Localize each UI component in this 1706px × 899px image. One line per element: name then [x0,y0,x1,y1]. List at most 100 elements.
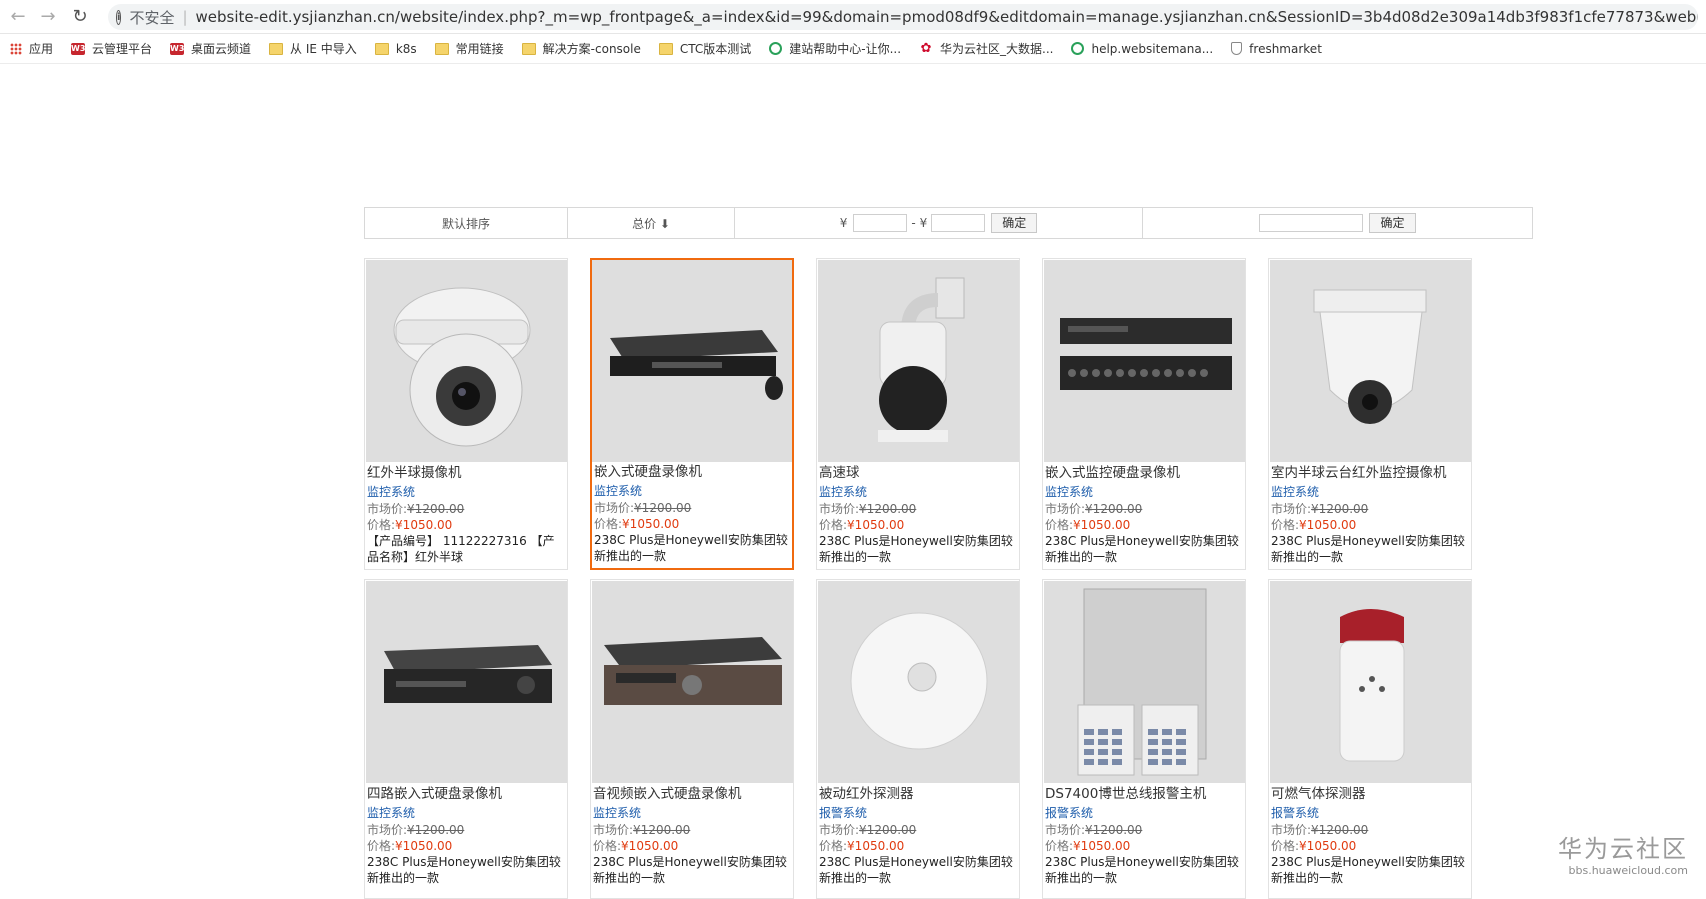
price-confirm-button[interactable]: 确定 [991,213,1038,233]
sort-price-button[interactable]: 总价 ⬇ [568,208,735,238]
product-card[interactable]: 嵌入式硬盘录像机 监控系统 市场价:¥1200.00 价格:¥1050.00 238C … [590,258,794,570]
bookmark-item[interactable]: k8s [374,42,417,56]
insecure-label: 不安全 [129,8,175,27]
price-row: 价格:¥1050.00 [1045,517,1243,533]
market-price-label: 市场价: [367,502,408,516]
bookmark-item[interactable]: 常用链接 [434,40,504,57]
product-card[interactable]: DS7400博世总线报警主机 报警系统 市场价:¥1200.00 价格:¥1050.0… [1042,579,1246,899]
product-name[interactable]: 可燃气体探测器 [1271,786,1469,805]
product-name[interactable]: DS7400博世总线报警主机 [1045,786,1243,805]
product-description: 【产品编号】 11122227316 【产品名称】红外半球 [367,534,555,564]
watermark-title: 华为云社区 [1558,835,1688,863]
bookmark-label: 建站帮助中心-让你... [789,42,902,56]
market-price-row: 市场价:¥1200.00 [819,501,1017,517]
reload-icon[interactable]: ↻ [70,7,90,27]
product-category[interactable]: 监控系统 [1045,484,1243,501]
folder-icon [658,42,673,55]
product-card[interactable]: 音视频嵌入式硬盘录像机 监控系统 市场价:¥1200.00 价格:¥1050.00 23… [590,579,794,899]
price-value: ¥1050.00 [1073,839,1131,853]
product-category[interactable]: 监控系统 [367,805,565,822]
bookmark-item[interactable]: freshmarket [1231,42,1322,56]
product-card[interactable]: 嵌入式监控硬盘录像机 监控系统 市场价:¥1200.00 价格:¥1050.00 238… [1042,258,1246,570]
product-name[interactable]: 被动红外探测器 [819,786,1017,805]
product-card[interactable]: 红外半球摄像机 监控系统 市场价:¥1200.00 价格:¥1050.00 【产品编号】… [364,258,568,570]
huawei-icon: ✿ [920,40,932,56]
price-label: 价格: [1271,839,1300,853]
product-card[interactable]: 可燃气体探测器 报警系统 市场价:¥1200.00 价格:¥1050.00 238C P… [1268,579,1472,899]
bookmark-item[interactable]: 解决方案-console [521,40,641,57]
price-row: 价格:¥1050.00 [819,838,1017,854]
w3-icon: W3 [71,42,86,55]
product-card[interactable]: 室内半球云台红外监控摄像机 监控系统 市场价:¥1200.00 价格:¥1050.00… [1268,258,1472,570]
bookmark-item[interactable]: 应用 [10,40,53,57]
bookmarks-bar: 应用 W3 云管理平台 W3 桌面云频道 从 IE 中导入 k8s 常用链接 解决方案-cons… [0,34,1706,64]
search-icon [1071,42,1085,55]
product-card[interactable]: 被动红外探测器 报警系统 市场价:¥1200.00 价格:¥1050.00 238C P… [816,579,1020,899]
product-image[interactable] [1044,581,1245,783]
product-name[interactable]: 红外半球摄像机 [367,465,565,484]
product-description: 238C Plus是Honeywell安防集团较新推出的一款 [819,855,1013,885]
market-price-label: 市场价: [1271,502,1312,516]
bookmark-label: 应用 [29,42,54,56]
price-range-filter: ¥ - ¥ 确定 [735,208,1143,238]
product-info: 可燃气体探测器 报警系统 市场价:¥1200.00 价格:¥1050.00 238C P… [1269,784,1471,886]
product-image[interactable] [1270,581,1471,783]
product-category[interactable]: 报警系统 [1271,805,1469,822]
product-category[interactable]: 监控系统 [593,805,791,822]
product-category[interactable]: 监控系统 [594,483,790,500]
bookmark-item[interactable]: ✿ 华为云社区_大数据... [919,40,1054,57]
product-name[interactable]: 室内半球云台红外监控摄像机 [1271,465,1469,484]
bookmark-item[interactable]: help.websitemana... [1071,42,1213,56]
forward-icon[interactable]: → [38,7,58,27]
bookmark-item[interactable]: 建站帮助中心-让你... [769,40,901,57]
product-category[interactable]: 监控系统 [819,484,1017,501]
bookmark-item[interactable]: W3 桌面云频道 [170,40,251,57]
product-name[interactable]: 四路嵌入式硬盘录像机 [367,786,565,805]
bookmark-item[interactable]: CTC版本测试 [658,40,751,57]
product-category[interactable]: 报警系统 [1045,805,1243,822]
market-price: ¥1200.00 [1311,502,1369,516]
product-name[interactable]: 嵌入式硬盘录像机 [594,464,790,483]
bookmark-item[interactable]: W3 云管理平台 [71,40,152,57]
price-row: 价格:¥1050.00 [594,516,790,532]
price-row: 价格:¥1050.00 [1045,838,1243,854]
keyword-confirm-button[interactable]: 确定 [1369,213,1416,233]
product-image[interactable] [818,260,1019,462]
bookmark-label: 华为云社区_大数据... [940,42,1054,56]
product-name[interactable]: 高速球 [819,465,1017,484]
market-price: ¥1200.00 [1311,823,1369,837]
product-category[interactable]: 报警系统 [819,805,1017,822]
watermark: 华为云社区 bbs.huaweicloud.com [1558,829,1688,877]
product-image[interactable] [366,581,567,783]
price-max-input[interactable] [931,214,986,232]
product-card[interactable]: 高速球 监控系统 市场价:¥1200.00 价格:¥1050.00 238C Plus是… [816,258,1020,570]
product-description: 238C Plus是Honeywell安防集团较新推出的一款 [819,534,1013,564]
keyword-input[interactable] [1259,214,1364,232]
bookmark-item[interactable]: 从 IE 中导入 [269,40,357,57]
product-description: 238C Plus是Honeywell安防集团较新推出的一款 [593,855,787,885]
info-icon[interactable]: i [116,9,122,25]
product-name[interactable]: 音视频嵌入式硬盘录像机 [593,786,791,805]
product-image[interactable] [366,260,567,462]
product-image[interactable] [1044,260,1245,462]
market-price: ¥1200.00 [633,823,691,837]
market-price: ¥1200.00 [407,502,465,516]
keyword-filter: 确定 [1143,208,1532,238]
sort-default-button[interactable]: 默认排序 [365,208,568,238]
product-info: DS7400博世总线报警主机 报警系统 市场价:¥1200.00 价格:¥1050.0… [1043,784,1245,886]
product-description: 238C Plus是Honeywell安防集团较新推出的一款 [1271,855,1465,885]
url-field[interactable]: i 不安全 | website-edit.ysjianzhan.cn/websi… [108,4,1698,30]
product-image[interactable] [592,581,793,783]
product-name[interactable]: 嵌入式监控硬盘录像机 [1045,465,1243,484]
back-icon[interactable]: ← [8,7,28,27]
product-image[interactable] [818,581,1019,783]
product-category[interactable]: 监控系统 [1271,484,1469,501]
market-price: ¥1200.00 [1085,502,1143,516]
product-image[interactable] [592,260,792,462]
product-category[interactable]: 监控系统 [367,484,565,501]
product-image[interactable] [1270,260,1471,462]
price-value: ¥1050.00 [847,839,905,853]
product-card[interactable]: 四路嵌入式硬盘录像机 监控系统 市场价:¥1200.00 价格:¥1050.00 238… [364,579,568,899]
product-info: 高速球 监控系统 市场价:¥1200.00 价格:¥1050.00 238C Plus是… [817,463,1019,565]
price-min-input[interactable] [853,214,908,232]
